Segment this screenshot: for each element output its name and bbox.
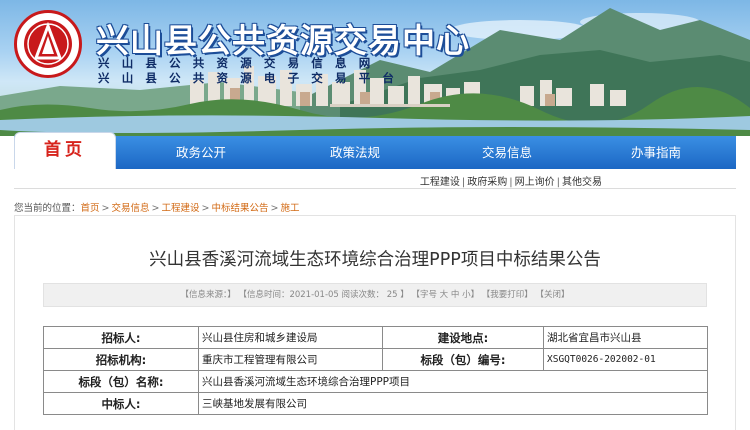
article-info-bar: 【信息来源：】 【信息时间：2021-01-05 阅读次数： 25 】 【字号 …: [43, 283, 707, 307]
table-label-tenderer: 招标人:: [43, 326, 199, 349]
award-info-table: 招标人: 兴山县住房和城乡建设局 建设地点: 湖北省宜昌市兴山县 招标机构: 重…: [43, 326, 708, 415]
breadcrumb: 您当前的位置：首页 > 交易信息 > 工程建设 > 中标结果公告 > 施工: [14, 203, 300, 214]
breadcrumb-home[interactable]: 首页: [81, 203, 100, 214]
table-label-section-code: 标段（包）编号:: [382, 348, 544, 371]
breadcrumb-prefix: 您当前的位置：: [14, 203, 81, 214]
sub-nav-online-inquiry[interactable]: 网上询价: [515, 177, 555, 188]
table-label-agency: 招标机构:: [43, 348, 199, 371]
table-row: 中标人: 三峡基地发展有限公司: [43, 392, 708, 415]
nav-item-policies[interactable]: 政策法规: [330, 136, 380, 169]
article-title: 兴山县香溪河流域生态环境综合治理PPP项目中标结果公告: [149, 250, 601, 270]
info-source: 【信息来源：】: [180, 290, 236, 300]
breadcrumb-construction[interactable]: 施工: [280, 203, 299, 214]
emblem-logo-icon: [14, 10, 82, 78]
nav-item-trading-info[interactable]: 交易信息: [482, 136, 532, 169]
nav-item-government-affairs[interactable]: 政务公开: [176, 136, 226, 169]
table-label-location: 建设地点:: [382, 326, 544, 349]
nav-item-service-guide[interactable]: 办事指南: [631, 136, 681, 169]
table-row: 标段（包）名称: 兴山县香溪河流域生态环境综合治理PPP项目: [43, 370, 708, 393]
site-banner: 兴山县公共资源交易中心 兴山县公共资源交易信息网 兴山县公共资源电子交易平台: [0, 0, 750, 136]
sub-nav-other-trading[interactable]: 其他交易: [562, 177, 602, 188]
table-row: 招标机构: 重庆市工程管理有限公司 标段（包）编号: XSGQT0026-202…: [43, 348, 708, 371]
site-subtitle-e-trading-platform: 兴山县公共资源电子交易平台: [98, 71, 407, 85]
breadcrumb-award-announcement[interactable]: 中标结果公告: [211, 203, 268, 214]
breadcrumb-trading-info[interactable]: 交易信息: [112, 203, 150, 214]
close-link[interactable]: 【关闭】: [536, 290, 570, 300]
table-value-tenderer: 兴山县住房和城乡建设局: [198, 326, 383, 349]
table-label-winner: 中标人:: [43, 392, 199, 415]
table-value-section-name: 兴山县香溪河流域生态环境综合治理PPP项目: [198, 370, 708, 393]
sub-nav-links: 工程建设 | 政府采购 | 网上询价 | 其他交易: [419, 177, 602, 188]
main-nav: 首页 政务公开 政策法规 交易信息 办事指南: [14, 132, 736, 169]
table-value-section-code: XSGQT0026-202002-01: [543, 348, 708, 371]
print-link[interactable]: 【我要打印】: [482, 290, 533, 300]
table-value-winner: 三峡基地发展有限公司: [198, 392, 708, 415]
divider: [14, 188, 736, 189]
nav-item-home[interactable]: 首页: [14, 132, 116, 169]
breadcrumb-engineering[interactable]: 工程建设: [161, 203, 199, 214]
info-date-views: 【信息时间：2021-01-05 阅读次数： 25 】: [238, 290, 409, 300]
table-value-location: 湖北省宜昌市兴山县: [543, 326, 708, 349]
sub-nav-government-procurement[interactable]: 政府采购: [467, 177, 507, 188]
font-size-control[interactable]: 【字号 大 中 小】: [411, 290, 479, 300]
sub-nav-engineering[interactable]: 工程建设: [420, 177, 460, 188]
site-subtitle-info-network: 兴山县公共资源交易信息网: [98, 56, 383, 70]
table-value-agency: 重庆市工程管理有限公司: [198, 348, 383, 371]
sub-nav: 工程建设 | 政府采购 | 网上询价 | 其他交易: [0, 169, 750, 188]
table-label-section-name: 标段（包）名称:: [43, 370, 199, 393]
content-border-top: [14, 215, 736, 216]
table-row: 招标人: 兴山县住房和城乡建设局 建设地点: 湖北省宜昌市兴山县: [43, 326, 708, 349]
